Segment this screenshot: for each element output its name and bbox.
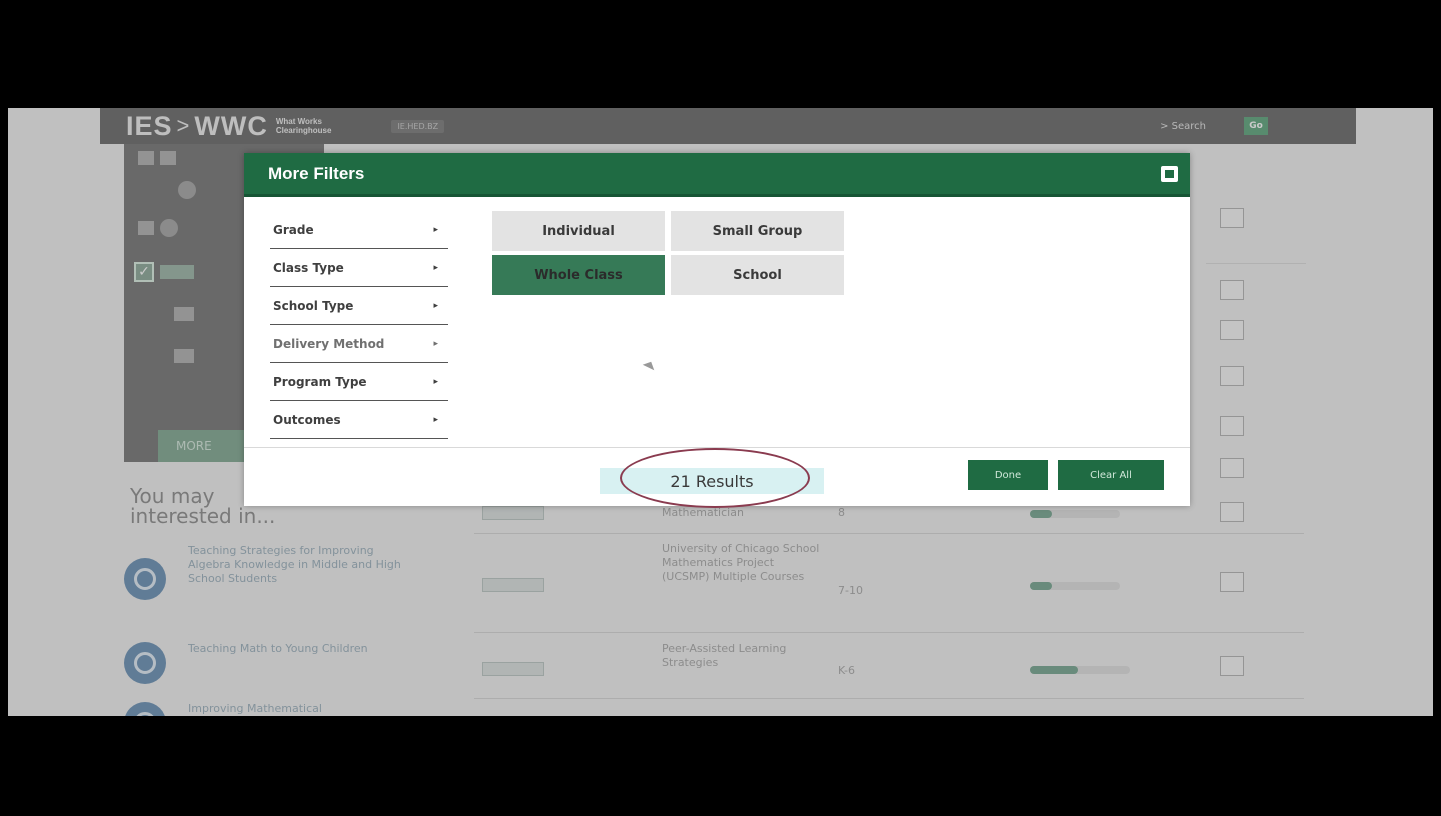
chevron-right-icon: ▸ (433, 224, 438, 235)
dialog-header: More Filters (244, 153, 1190, 197)
option-school[interactable]: School (671, 255, 844, 295)
filter-category-list: Grade ▸ Class Type ▸ School Type ▸ Delivery… (270, 211, 448, 439)
chevron-right-icon: ▸ (433, 262, 438, 273)
category-label: School Type (273, 298, 354, 313)
letterbox-bottom (0, 716, 1441, 816)
results-count: 21 Results (600, 468, 824, 494)
clear-all-button[interactable]: Clear All (1058, 460, 1164, 490)
chevron-right-icon: ▸ (433, 376, 438, 387)
chevron-right-icon: ▸ (433, 338, 438, 349)
chevron-right-icon: ▸ (433, 414, 438, 425)
page: IES > WWC What Works Clearinghouse IE.HE… (8, 108, 1433, 716)
category-delivery-method[interactable]: Delivery Method ▸ (270, 325, 448, 363)
category-label: Grade (273, 222, 314, 237)
delivery-method-options: Individual Small Group Whole Class Schoo… (492, 211, 844, 295)
category-label: Outcomes (273, 412, 341, 427)
category-outcomes[interactable]: Outcomes ▸ (270, 401, 448, 439)
option-whole-class[interactable]: Whole Class (492, 255, 665, 295)
video-frame: IES > WWC What Works Clearinghouse IE.HE… (0, 0, 1441, 816)
chevron-right-icon: ▸ (433, 300, 438, 311)
category-grade[interactable]: Grade ▸ (270, 211, 448, 249)
letterbox-top (0, 0, 1441, 108)
mouse-cursor-icon (642, 361, 655, 374)
category-school-type[interactable]: School Type ▸ (270, 287, 448, 325)
done-button[interactable]: Done (968, 460, 1048, 490)
category-label: Program Type (273, 374, 367, 389)
category-class-type[interactable]: Class Type ▸ (270, 249, 448, 287)
category-label: Class Type (273, 260, 344, 275)
more-filters-dialog: More Filters Grade ▸ Class Type ▸ School T… (244, 153, 1190, 508)
option-small-group[interactable]: Small Group (671, 211, 844, 251)
category-program-type[interactable]: Program Type ▸ (270, 363, 448, 401)
dialog-footer-divider (244, 447, 1190, 448)
category-label: Delivery Method (273, 336, 385, 351)
close-icon[interactable] (1161, 165, 1178, 182)
dialog-title: More Filters (268, 163, 365, 183)
option-individual[interactable]: Individual (492, 211, 665, 251)
